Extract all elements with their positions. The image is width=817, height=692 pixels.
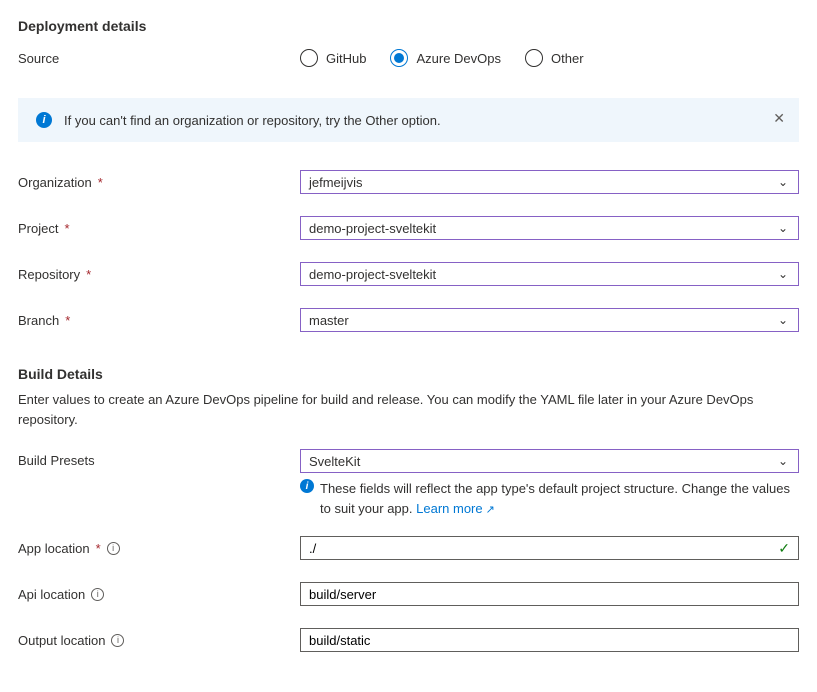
banner-text: If you can't find an organization or rep… — [64, 113, 441, 128]
info-icon: i — [36, 112, 52, 128]
repository-value: demo-project-sveltekit — [309, 267, 436, 282]
app-location-input-wrap: ✓ — [300, 536, 799, 560]
chevron-down-icon: ⌄ — [778, 221, 788, 235]
deployment-details-heading: Deployment details — [18, 18, 799, 34]
branch-label: Branch — [18, 313, 59, 328]
source-radio-group: GitHub Azure DevOps Other — [300, 49, 799, 67]
project-value: demo-project-sveltekit — [309, 221, 436, 236]
chevron-down-icon: ⌄ — [778, 175, 788, 189]
build-presets-label: Build Presets — [18, 453, 95, 468]
build-details-heading: Build Details — [18, 366, 799, 382]
project-label: Project — [18, 221, 58, 236]
radio-azure-devops[interactable]: Azure DevOps — [390, 49, 501, 67]
required-asterisk: * — [65, 313, 70, 328]
close-icon[interactable]: ✕ — [773, 110, 785, 127]
organization-select[interactable]: jefmeijvis ⌄ — [300, 170, 799, 194]
required-asterisk: * — [64, 221, 69, 236]
radio-other[interactable]: Other — [525, 49, 584, 67]
radio-github[interactable]: GitHub — [300, 49, 366, 67]
help-icon[interactable]: i — [107, 542, 120, 555]
branch-select[interactable]: master ⌄ — [300, 308, 799, 332]
radio-other-label: Other — [551, 51, 584, 66]
help-icon[interactable]: i — [91, 588, 104, 601]
chevron-down-icon: ⌄ — [778, 267, 788, 281]
checkmark-icon: ✓ — [778, 540, 790, 557]
required-asterisk: * — [86, 267, 91, 282]
output-location-input[interactable] — [309, 629, 768, 651]
build-presets-value: SvelteKit — [309, 454, 360, 469]
api-location-input[interactable] — [309, 583, 768, 605]
info-icon: i — [300, 479, 314, 493]
output-location-input-wrap — [300, 628, 799, 652]
repository-label: Repository — [18, 267, 80, 282]
radio-github-label: GitHub — [326, 51, 366, 66]
chevron-down-icon: ⌄ — [778, 313, 788, 327]
output-location-label: Output location — [18, 633, 105, 648]
learn-more-link[interactable]: Learn more — [416, 501, 495, 516]
organization-label: Organization — [18, 175, 92, 190]
api-location-label: Api location — [18, 587, 85, 602]
help-icon[interactable]: i — [111, 634, 124, 647]
radio-circle-icon — [300, 49, 318, 67]
repository-select[interactable]: demo-project-sveltekit ⌄ — [300, 262, 799, 286]
app-location-label: App location — [18, 541, 90, 556]
app-location-input[interactable] — [309, 537, 768, 559]
build-details-description: Enter values to create an Azure DevOps p… — [18, 390, 799, 429]
required-asterisk: * — [96, 541, 101, 556]
build-presets-select[interactable]: SvelteKit ⌄ — [300, 449, 799, 473]
source-label: Source — [18, 51, 59, 66]
radio-circle-icon — [525, 49, 543, 67]
api-location-input-wrap — [300, 582, 799, 606]
project-select[interactable]: demo-project-sveltekit ⌄ — [300, 216, 799, 240]
branch-value: master — [309, 313, 349, 328]
radio-circle-icon — [390, 49, 408, 67]
chevron-down-icon: ⌄ — [778, 454, 788, 468]
organization-value: jefmeijvis — [309, 175, 362, 190]
preset-hint-text: These fields will reflect the app type's… — [320, 481, 790, 516]
radio-devops-label: Azure DevOps — [416, 51, 501, 66]
required-asterisk: * — [98, 175, 103, 190]
info-banner: i If you can't find an organization or r… — [18, 98, 799, 142]
